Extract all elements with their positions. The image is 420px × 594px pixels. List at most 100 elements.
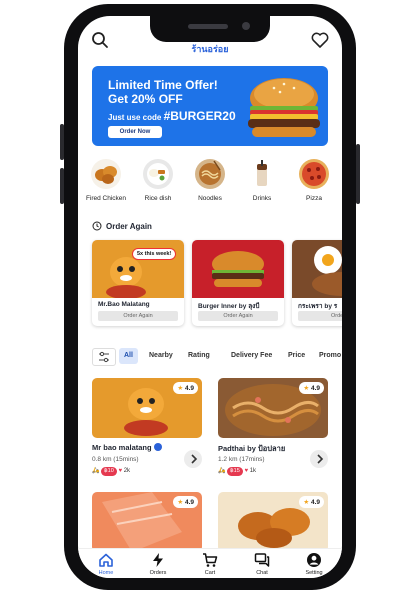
speaker (188, 24, 228, 29)
cart-icon (203, 553, 218, 567)
restaurant-card[interactable]: ★ 4.9 Padthai by ป้อปลาย 1.2 km (17mins)… (218, 378, 328, 482)
verified-icon (153, 443, 162, 451)
heart-icon[interactable] (310, 30, 330, 50)
chat-icon (254, 553, 270, 567)
filter-chip-promo[interactable]: Promo (314, 348, 342, 364)
promo-subheadline: Get 20% OFF (108, 92, 183, 106)
rating-badge: ★ 4.9 (173, 496, 198, 508)
filter-chip-price[interactable]: Price (283, 348, 310, 364)
drinks-icon (257, 160, 267, 186)
sliders-icon[interactable] (92, 348, 116, 366)
category-row: Fired Chicken Rice dish Noodles Drinks P… (78, 158, 342, 208)
order-again-card[interactable]: Burger Inner by ลุงบี Order Again (192, 240, 284, 326)
delivery-icon: 🛵 (218, 468, 226, 474)
volume-button (60, 124, 64, 160)
promo-code: #BURGER20 (163, 109, 236, 123)
category-label: Drinks (252, 195, 272, 202)
order-now-button[interactable]: Order Now (108, 126, 162, 138)
open-restaurant-button[interactable] (184, 450, 202, 468)
filter-chip-rating[interactable]: Rating (183, 348, 215, 364)
rating-badge: ★ 4.9 (299, 496, 324, 508)
price-badge: ฿10 (101, 467, 117, 476)
restaurant-distance: 0.8 km (15mins) (92, 456, 139, 463)
heart-icon: ♥ (118, 468, 123, 474)
filter-chip-nearby[interactable]: Nearby (144, 348, 178, 364)
category-rice-dish[interactable]: Rice dish (134, 158, 182, 208)
restaurant-meta: 🛵 ฿15 ♥ 1k (218, 467, 256, 477)
rating-value: 4.9 (184, 499, 194, 506)
notch (150, 16, 270, 42)
tab-label: Setting (305, 570, 323, 576)
fried-chicken-icon (91, 159, 121, 189)
restaurant-name-text: Mr bao malatang (92, 443, 152, 452)
tab-setting[interactable]: Setting (290, 551, 338, 578)
category-label: Noodles (198, 195, 222, 202)
rating-value: 4.9 (184, 385, 194, 392)
order-again-button[interactable]: Order (298, 311, 342, 321)
promo-code-row: Just use code #BURGER20 (108, 109, 236, 123)
heart-icon: ♥ (244, 468, 249, 474)
order-again-name: กระเพรา by ร (298, 303, 338, 310)
category-pizza[interactable]: Pizza (290, 158, 338, 208)
phone-frame: ร้านอร่อย Limited Time Offer! Get 20% OF… (60, 4, 360, 590)
rating-badge: ★ 4.9 (173, 382, 198, 394)
rating-value: 4.9 (310, 385, 320, 392)
chevron-right-icon (191, 454, 198, 464)
camera (242, 22, 250, 30)
restaurant-distance: 1.2 km (17mins) (218, 456, 265, 463)
promo-headline: Limited Time Offer! (108, 78, 218, 92)
order-again-card[interactable]: กระเพรา by ร Order (292, 240, 342, 326)
category-fried-chicken[interactable]: Fired Chicken (82, 158, 130, 208)
pizza-icon (299, 159, 329, 189)
open-restaurant-button[interactable] (310, 450, 328, 468)
filter-bar: All Nearby Rating Delivery Fee Price Pro… (92, 347, 342, 366)
search-icon[interactable] (90, 30, 110, 50)
home-icon (99, 553, 113, 567)
filter-chip-all[interactable]: All (119, 348, 138, 364)
star-icon: ★ (303, 499, 310, 506)
tab-label: Orders (149, 570, 167, 576)
order-again-button[interactable]: Order Again (98, 311, 178, 321)
app-title: ร้านอร่อย (191, 44, 229, 54)
bottom-tab-bar: Home Orders Cart Chat Setting (78, 548, 342, 578)
rating-badge: ★ 4.9 (299, 382, 324, 394)
price-badge: ฿15 (227, 467, 243, 476)
star-icon: ★ (303, 385, 310, 392)
delivery-icon: 🛵 (92, 468, 100, 474)
tab-home[interactable]: Home (82, 551, 130, 578)
category-label: Fired Chicken (85, 195, 127, 202)
power-button (356, 144, 360, 204)
chevron-right-icon (317, 454, 324, 464)
filter-chip-delivery-fee[interactable]: Delivery Fee (226, 348, 277, 364)
restaurant-name: Mr bao malatang (92, 443, 162, 452)
restaurant-meta: 🛵 ฿10 ♥ 2k (92, 467, 130, 477)
volume-button (60, 168, 64, 204)
history-icon (92, 221, 102, 231)
order-count-badge: 5x this week! (132, 248, 177, 260)
category-drinks[interactable]: Drinks (238, 158, 286, 208)
tab-label: Home (98, 570, 114, 576)
tab-cart[interactable]: Cart (186, 551, 234, 578)
likes-count: 1k (249, 468, 257, 474)
rice-dish-image (292, 240, 342, 298)
star-icon: ★ (177, 385, 184, 392)
app-screen: ร้านอร่อย Limited Time Offer! Get 20% OF… (78, 16, 342, 578)
burger-image (248, 78, 320, 137)
rating-value: 4.9 (310, 499, 320, 506)
rice-dish-icon (143, 159, 173, 189)
burger-image (192, 240, 284, 298)
restaurant-card[interactable]: ★ 4.9 Mr bao malatang 0.8 km (15mins) 🛵 … (92, 378, 202, 482)
tab-chat[interactable]: Chat (238, 551, 286, 578)
tab-orders[interactable]: Orders (134, 551, 182, 578)
noodles-icon (195, 159, 225, 189)
order-again-title: Order Again (106, 222, 152, 231)
category-noodles[interactable]: Noodles (186, 158, 234, 208)
category-label: Rice dish (144, 195, 172, 202)
promo-banner[interactable]: Limited Time Offer! Get 20% OFF Just use… (92, 66, 328, 146)
order-again-name: Burger Inner by ลุงบี (198, 303, 260, 310)
category-label: Pizza (306, 195, 322, 202)
tab-label: Cart (204, 570, 216, 576)
likes-count: 2k (123, 468, 131, 474)
order-again-card[interactable]: 5x this week! Mr.Bao Malatang Order Agai… (92, 240, 184, 326)
order-again-button[interactable]: Order Again (198, 311, 278, 321)
